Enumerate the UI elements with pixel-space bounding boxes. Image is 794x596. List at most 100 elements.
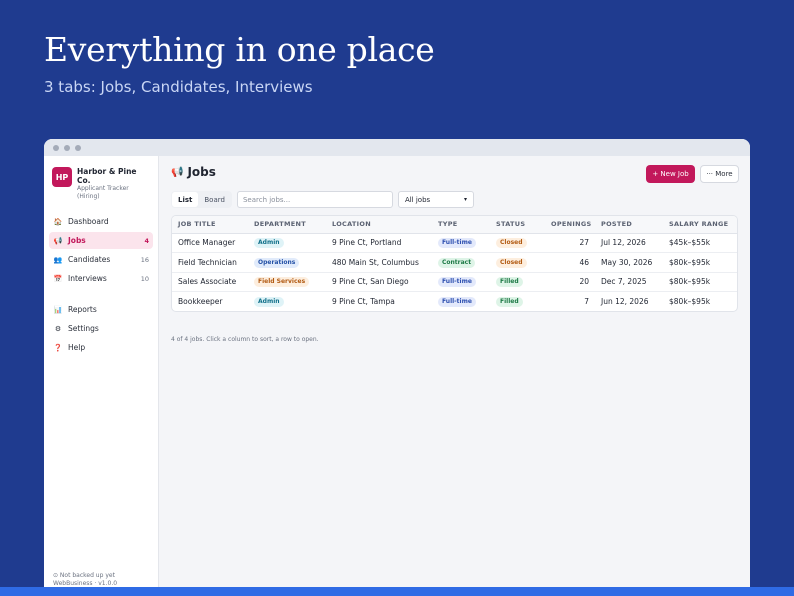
sidebar-item-label: Interviews bbox=[68, 274, 107, 283]
status-badge: Filled bbox=[496, 277, 523, 288]
sidebar-item-jobs[interactable]: 📢 Jobs 4 bbox=[49, 232, 153, 249]
column-header-openings[interactable]: OPENINGS bbox=[545, 216, 595, 234]
window-dot-minimize[interactable] bbox=[64, 144, 70, 151]
sidebar-item-settings[interactable]: ⚙ Settings bbox=[49, 320, 153, 337]
type-badge: Full-time bbox=[438, 297, 476, 307]
salary-cell: $45k–$55k bbox=[663, 233, 737, 253]
column-header-posted[interactable]: POSTED bbox=[595, 216, 663, 234]
chart-icon: 📊 bbox=[53, 305, 63, 314]
brand-name: Harbor & Pine Co. bbox=[77, 167, 137, 185]
type-badge: Full-time bbox=[438, 238, 476, 249]
app-window: HP Harbor & Pine Co. Applicant Tracker (… bbox=[44, 139, 750, 588]
sidebar-item-label: Reports bbox=[68, 305, 97, 314]
sidebar-item-reports[interactable]: 📊 Reports bbox=[49, 301, 153, 318]
sidebar-item-label: Help bbox=[68, 343, 86, 352]
chevron-down-icon: ▾ bbox=[463, 196, 467, 203]
search-input[interactable] bbox=[236, 191, 393, 208]
column-header-status[interactable]: STATUS bbox=[490, 216, 545, 234]
sidebar-item-label: Settings bbox=[68, 324, 99, 333]
sidebar-nav: 🏠 Dashboard 📢 Jobs 4 👥 Candidates 16 📅 I… bbox=[44, 213, 158, 356]
sidebar-item-label: Dashboard bbox=[68, 217, 109, 226]
department-badge: Admin bbox=[254, 238, 284, 249]
hero-title: Everything in one place bbox=[44, 30, 435, 69]
brand-logo: HP bbox=[52, 167, 72, 187]
table-row[interactable]: Bookkeeper Admin 9 Pine Ct, Tampa Full-t… bbox=[172, 292, 737, 312]
home-icon: 🏠 bbox=[53, 217, 63, 226]
calendar-icon: 📅 bbox=[53, 274, 63, 283]
location-cell: 9 Pine Ct, San Diego bbox=[326, 272, 432, 292]
department-badge: Admin bbox=[254, 297, 284, 307]
window-dot-close[interactable] bbox=[53, 144, 59, 151]
new-job-button[interactable]: + New Job bbox=[646, 165, 695, 183]
openings-cell: 20 bbox=[545, 272, 595, 292]
sidebar-item-interviews[interactable]: 📅 Interviews 10 bbox=[49, 270, 153, 287]
table-footnote: 4 of 4 jobs. Click a column to sort, a r… bbox=[171, 336, 319, 343]
column-header-type[interactable]: TYPE bbox=[432, 216, 490, 234]
job-title-cell: Office Manager bbox=[172, 233, 248, 253]
sidebar-item-dashboard[interactable]: 🏠 Dashboard bbox=[49, 213, 153, 230]
page-title: Jobs bbox=[187, 165, 216, 179]
sidebar: HP Harbor & Pine Co. Applicant Tracker (… bbox=[44, 156, 159, 588]
location-cell: 480 Main St, Columbus bbox=[326, 252, 432, 273]
hero-subtitle: 3 tabs: Jobs, Candidates, Interviews bbox=[44, 78, 313, 96]
tab-board[interactable]: Board bbox=[198, 192, 231, 207]
location-cell: 9 Pine Ct, Portland bbox=[326, 233, 432, 253]
brand-tagline: Applicant Tracker (Hiring) bbox=[77, 185, 129, 200]
main-content: 📢 Jobs + New Job ··· More List Board All… bbox=[160, 156, 750, 588]
tab-list[interactable]: List bbox=[172, 192, 199, 207]
table-row[interactable]: Office Manager Admin 9 Pine Ct, Portland… bbox=[172, 233, 737, 253]
salary-cell: $80k–$95k bbox=[663, 272, 737, 292]
department-badge: Operations bbox=[254, 257, 300, 268]
brand: HP Harbor & Pine Co. Applicant Tracker (… bbox=[44, 156, 158, 200]
location-cell: 9 Pine Ct, Tampa bbox=[332, 297, 395, 306]
sidebar-item-count: 4 bbox=[144, 236, 149, 245]
sidebar-item-candidates[interactable]: 👥 Candidates 16 bbox=[49, 251, 153, 268]
jobs-table: JOB TITLE DEPARTMENT LOCATION TYPE STATU… bbox=[171, 215, 738, 312]
megaphone-icon: 📢 bbox=[53, 236, 63, 245]
job-title-cell: Sales Associate bbox=[172, 272, 248, 292]
gear-icon: ⚙ bbox=[54, 324, 62, 333]
salary-cell: $80k–$95k bbox=[669, 297, 711, 306]
status-badge: Filled bbox=[496, 297, 523, 307]
table-header-row: JOB TITLE DEPARTMENT LOCATION TYPE STATU… bbox=[172, 216, 737, 234]
column-header-location[interactable]: LOCATION bbox=[326, 216, 432, 234]
job-filter-value: All jobs bbox=[404, 195, 431, 204]
jobs-toolbar: List Board All jobs ▾ bbox=[171, 191, 474, 208]
posted-cell: Jul 12, 2026 bbox=[595, 233, 663, 253]
help-icon: ❓ bbox=[53, 343, 63, 352]
more-button[interactable]: ··· More bbox=[700, 165, 739, 183]
job-title-cell: Bookkeeper bbox=[178, 297, 223, 306]
job-filter-select[interactable]: All jobs ▾ bbox=[397, 191, 474, 208]
sidebar-item-help[interactable]: ❓ Help bbox=[49, 339, 153, 356]
posted-cell: May 30, 2026 bbox=[595, 252, 663, 273]
table-row[interactable]: Field Technician Operations 480 Main St,… bbox=[172, 252, 737, 273]
window-dot-maximize[interactable] bbox=[75, 144, 81, 151]
bottom-accent-bar bbox=[0, 587, 794, 596]
openings-cell: 27 bbox=[545, 233, 595, 253]
department-badge: Field Services bbox=[254, 277, 310, 288]
table-row[interactable]: Sales Associate Field Services 9 Pine Ct… bbox=[172, 272, 737, 292]
column-header-department[interactable]: DEPARTMENT bbox=[248, 216, 326, 234]
job-title-cell: Field Technician bbox=[172, 252, 248, 273]
posted-cell: Dec 7, 2025 bbox=[595, 272, 663, 292]
people-icon: 👥 bbox=[53, 255, 63, 264]
salary-cell: $80k–$95k bbox=[663, 252, 737, 273]
posted-cell: Jun 12, 2026 bbox=[601, 297, 649, 306]
page-header: 📢 Jobs bbox=[171, 165, 216, 179]
window-titlebar bbox=[44, 139, 750, 156]
sidebar-item-count: 16 bbox=[140, 255, 149, 264]
backup-status-text: ⊙ Not backed up yet bbox=[53, 572, 115, 579]
type-badge: Full-time bbox=[438, 277, 476, 288]
view-toggle: List Board bbox=[171, 191, 232, 208]
status-badge: Closed bbox=[496, 238, 527, 249]
sidebar-item-label: Candidates bbox=[68, 255, 111, 264]
sidebar-item-label: Jobs bbox=[68, 236, 86, 245]
column-header-job-title[interactable]: JOB TITLE bbox=[172, 216, 248, 234]
type-badge: Contract bbox=[438, 257, 476, 268]
backup-status: ⊙ Not backed up yet WebBusiness · v1.0.0 bbox=[53, 572, 117, 588]
openings-cell: 46 bbox=[545, 252, 595, 273]
megaphone-icon: 📢 bbox=[171, 166, 184, 178]
openings-cell: 7 bbox=[584, 297, 589, 306]
status-badge: Closed bbox=[496, 257, 527, 268]
column-header-salary-range[interactable]: SALARY RANGE bbox=[663, 216, 737, 234]
